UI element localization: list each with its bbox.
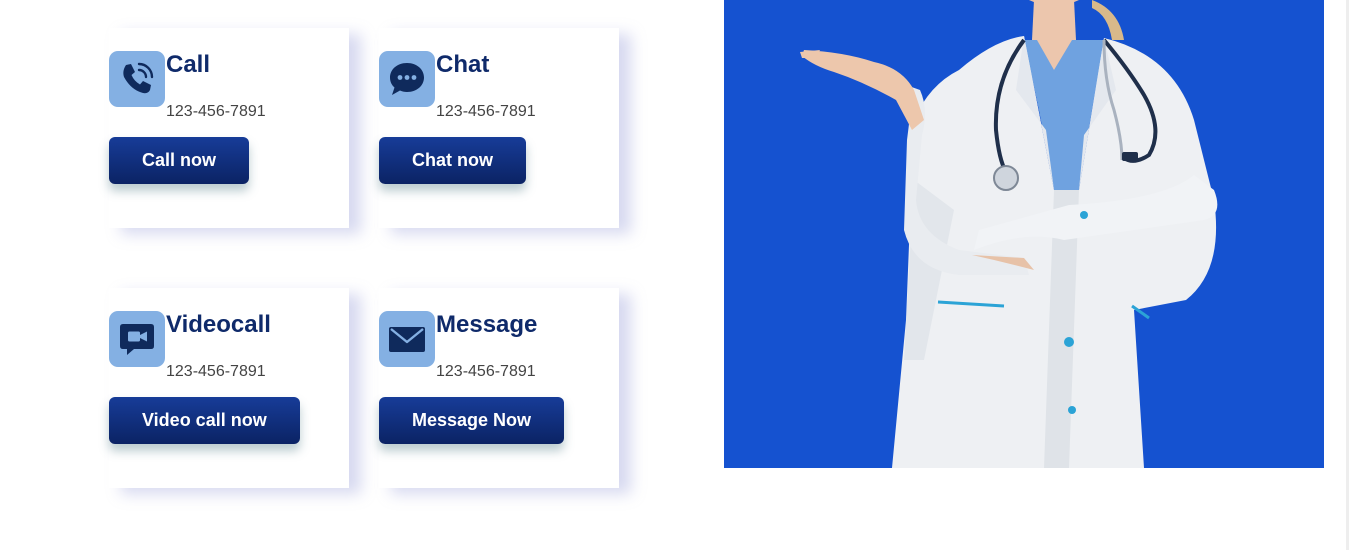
chat-bubble-icon: [379, 51, 435, 107]
contact-card-call: Call 123-456-7891 Call now: [109, 28, 349, 228]
card-phone-number: 123-456-7891: [166, 103, 266, 120]
card-phone-number: 123-456-7891: [436, 103, 536, 120]
message-now-button[interactable]: Message Now: [379, 397, 565, 444]
contact-card-videocall: Videocall 123-456-7891 Video call now: [109, 288, 349, 488]
phone-icon: [109, 51, 165, 107]
card-title: Message: [436, 311, 538, 338]
chat-now-button[interactable]: Chat now: [379, 137, 526, 184]
video-camera-icon: [109, 311, 165, 367]
envelope-icon: [379, 311, 435, 367]
contact-card-message: Message 123-456-7891 Message Now: [379, 288, 619, 488]
card-title: Videocall: [166, 311, 271, 338]
card-title: Chat: [436, 51, 490, 78]
video-call-now-button[interactable]: Video call now: [109, 397, 300, 444]
card-phone-number: 123-456-7891: [166, 363, 266, 380]
contact-card-chat: Chat 123-456-7891 Chat now: [379, 28, 619, 228]
card-phone-number: 123-456-7891: [436, 363, 536, 380]
call-now-button[interactable]: Call now: [109, 137, 250, 184]
doctor-hero-image: [724, 0, 1324, 468]
doctor-illustration: [724, 0, 1324, 468]
card-title: Call: [166, 51, 211, 78]
